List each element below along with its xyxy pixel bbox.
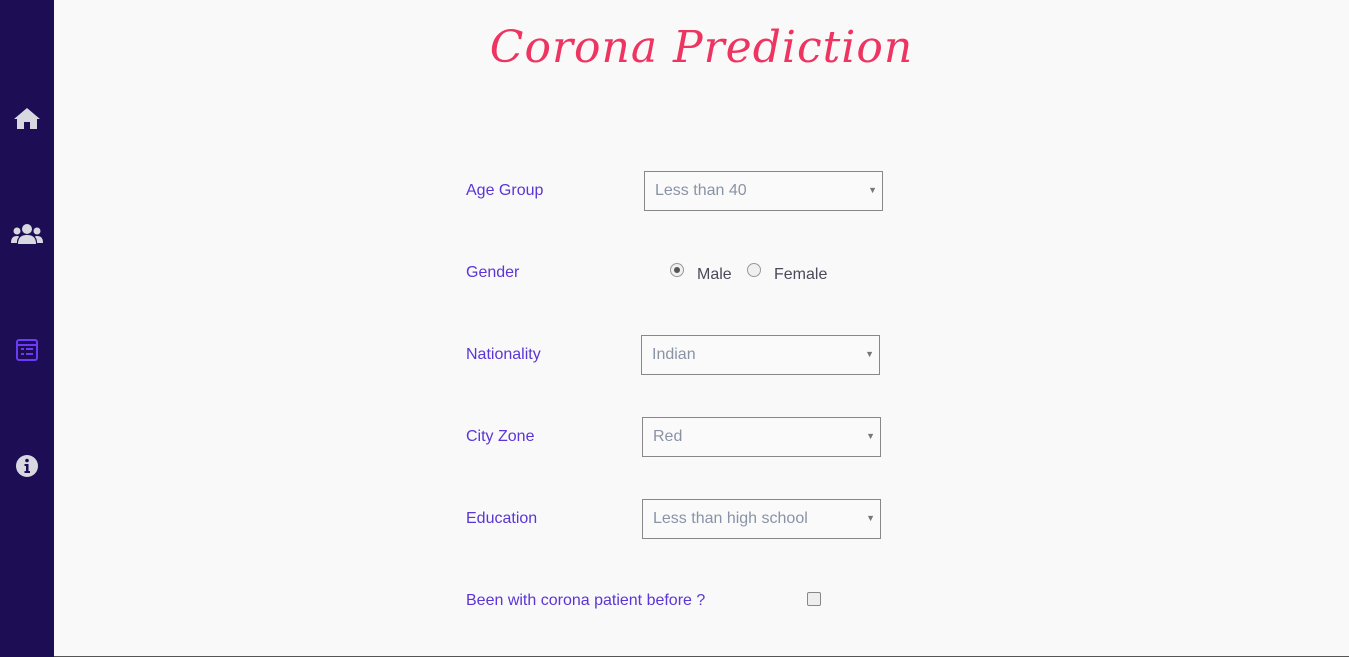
sidebar-item-info[interactable] [0, 446, 54, 486]
gender-male-radio[interactable] [670, 263, 684, 277]
sidebar-item-home[interactable] [0, 98, 54, 138]
city-zone-label: City Zone [466, 428, 535, 445]
education-value: Less than high school [653, 510, 808, 527]
contact-checkbox[interactable] [807, 592, 821, 606]
sidebar [0, 0, 54, 657]
gender-female-label: Female [774, 266, 828, 283]
page-title: Corona Prediction [489, 22, 914, 73]
chevron-down-icon: ▼ [868, 185, 877, 195]
age-group-select[interactable]: Less than 40 ▼ [644, 171, 883, 211]
contact-label: Been with corona patient before ? [466, 592, 706, 609]
gender-male-label: Male [697, 266, 732, 283]
nationality-label: Nationality [466, 346, 541, 363]
chevron-down-icon: ▼ [866, 431, 875, 441]
users-icon [11, 224, 43, 244]
gender-label: Gender [466, 264, 520, 281]
nationality-select[interactable]: Indian ▼ [641, 335, 880, 375]
education-label: Education [466, 510, 538, 527]
chevron-down-icon: ▼ [865, 349, 874, 359]
form-icon [16, 339, 38, 361]
home-icon [14, 108, 40, 129]
sidebar-item-form[interactable] [0, 330, 54, 370]
age-group-value: Less than 40 [655, 182, 747, 199]
city-zone-select[interactable]: Red ▼ [642, 417, 881, 457]
age-group-label: Age Group [466, 182, 544, 199]
education-select[interactable]: Less than high school ▼ [642, 499, 881, 539]
gender-female-radio[interactable] [747, 263, 761, 277]
city-zone-value: Red [653, 428, 683, 445]
nationality-value: Indian [652, 346, 696, 363]
info-icon [16, 455, 38, 477]
sidebar-item-users[interactable] [0, 214, 54, 254]
chevron-down-icon: ▼ [866, 513, 875, 523]
